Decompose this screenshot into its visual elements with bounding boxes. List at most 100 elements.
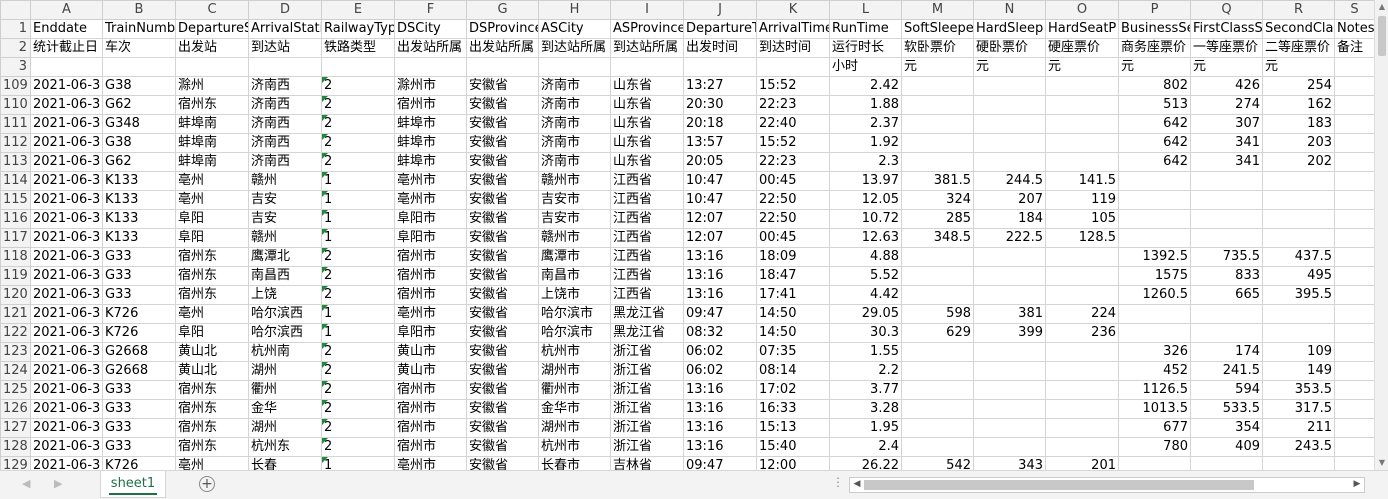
cell[interactable]	[973, 437, 1046, 457]
cell[interactable]: 元	[973, 57, 1046, 77]
cell[interactable]: 14:50	[756, 323, 830, 343]
column-header[interactable]: O	[1045, 0, 1119, 20]
cell[interactable]: 安徽省	[466, 95, 539, 115]
cell[interactable]: 2021-06-3	[30, 190, 103, 210]
cell[interactable]: 安徽省	[466, 285, 539, 305]
cell[interactable]: G62	[102, 95, 176, 115]
cell[interactable]: 20:05	[683, 152, 757, 172]
cell[interactable]	[901, 114, 974, 134]
cell[interactable]: 浙江省	[610, 380, 684, 400]
cell[interactable]	[175, 57, 249, 77]
cell[interactable]: 蚌埠南	[175, 133, 249, 153]
cell[interactable]: 赣州市	[538, 171, 611, 191]
cell[interactable]: 山东省	[610, 76, 684, 96]
cell[interactable]: 224	[1045, 304, 1119, 324]
cell[interactable]	[901, 380, 974, 400]
cell[interactable]: 亳州市	[394, 304, 467, 324]
cell[interactable]: 安徽省	[466, 418, 539, 438]
cell[interactable]	[1334, 266, 1374, 286]
cell[interactable]: 宿州市	[394, 247, 467, 267]
column-header[interactable]: M	[901, 0, 974, 20]
cell[interactable]: G33	[102, 418, 176, 438]
row-header[interactable]: 3	[0, 57, 31, 77]
cell[interactable]: K726	[102, 304, 176, 324]
cell[interactable]: 12:00	[756, 456, 830, 470]
cell[interactable]: 13.97	[829, 171, 902, 191]
cell[interactable]: 22:23	[756, 152, 830, 172]
cell[interactable]: 吉安	[248, 209, 322, 229]
cell[interactable]: 阜阳市	[394, 228, 467, 248]
cell[interactable]: 642	[1118, 114, 1191, 134]
cell[interactable]: G38	[102, 133, 176, 153]
cell[interactable]: 铁路类型	[321, 38, 395, 58]
cell[interactable]: 安徽省	[466, 76, 539, 96]
cell[interactable]: 1260.5	[1118, 285, 1191, 305]
cell[interactable]	[1334, 209, 1374, 229]
cell[interactable]	[1045, 114, 1119, 134]
cell[interactable]: 26.22	[829, 456, 902, 470]
cell[interactable]: 出发站	[175, 38, 249, 58]
cell[interactable]: 183	[1262, 114, 1335, 134]
cell[interactable]: 江西省	[610, 285, 684, 305]
cell[interactable]: SecondCla	[1262, 19, 1335, 39]
column-header[interactable]: F	[394, 0, 467, 20]
cell[interactable]: Enddate	[30, 19, 103, 39]
cell[interactable]: 黑龙江省	[610, 323, 684, 343]
cell[interactable]: RailwayTyp	[321, 19, 395, 39]
column-header[interactable]: J	[683, 0, 757, 20]
cell[interactable]: 07:35	[756, 342, 830, 362]
cell[interactable]	[1045, 76, 1119, 96]
row-header[interactable]: 129	[0, 456, 31, 470]
scroll-right-icon[interactable]: ▶	[1351, 479, 1363, 489]
row-header[interactable]: 127	[0, 418, 31, 438]
cell[interactable]: 杭州市	[538, 342, 611, 362]
cell[interactable]: 阜阳	[175, 228, 249, 248]
cell[interactable]: 吉安市	[538, 190, 611, 210]
cell[interactable]: 14:50	[756, 304, 830, 324]
cell[interactable]: 642	[1118, 152, 1191, 172]
cell[interactable]: 10.72	[829, 209, 902, 229]
cell[interactable]: 安徽省	[466, 380, 539, 400]
cell[interactable]: 安徽省	[466, 190, 539, 210]
cell[interactable]	[1334, 323, 1374, 343]
cell[interactable]: 宿州市	[394, 437, 467, 457]
cell[interactable]: 15:52	[756, 76, 830, 96]
cell[interactable]: 安徽省	[466, 171, 539, 191]
cell[interactable]	[901, 437, 974, 457]
cell[interactable]: 长春市	[538, 456, 611, 470]
cell[interactable]: 安徽省	[466, 342, 539, 362]
cell[interactable]	[901, 95, 974, 115]
cell[interactable]: 赣州	[248, 228, 322, 248]
cell[interactable]: 赣州市	[538, 228, 611, 248]
cell[interactable]: 硬卧票价	[973, 38, 1046, 58]
cell[interactable]: 南昌市	[538, 266, 611, 286]
cell[interactable]: 201	[1045, 456, 1119, 470]
cell[interactable]: 15:52	[756, 133, 830, 153]
cell[interactable]: G33	[102, 266, 176, 286]
cell[interactable]: 1	[321, 190, 395, 210]
cell[interactable]: 348.5	[901, 228, 974, 248]
row-header[interactable]: 114	[0, 171, 31, 191]
cell[interactable]	[394, 57, 467, 77]
cell[interactable]: 金华	[248, 399, 322, 419]
cell[interactable]: SoftSleepe	[901, 19, 974, 39]
cell[interactable]: 326	[1118, 342, 1191, 362]
cell[interactable]: 蚌埠市	[394, 152, 467, 172]
cell[interactable]	[973, 152, 1046, 172]
cell[interactable]: 2021-06-3	[30, 133, 103, 153]
row-header[interactable]: 122	[0, 323, 31, 343]
cell[interactable]: 亳州	[175, 304, 249, 324]
cell[interactable]: 13:57	[683, 133, 757, 153]
cell[interactable]: 安徽省	[466, 247, 539, 267]
cell[interactable]: 哈尔滨西	[248, 323, 322, 343]
cell[interactable]	[1190, 304, 1263, 324]
cell[interactable]	[466, 57, 539, 77]
cell[interactable]: 22:23	[756, 95, 830, 115]
cell[interactable]	[973, 361, 1046, 381]
cell[interactable]: 宿州东	[175, 437, 249, 457]
cell[interactable]: 江西省	[610, 247, 684, 267]
cell[interactable]: 395.5	[1262, 285, 1335, 305]
cell[interactable]: 亳州市	[394, 171, 467, 191]
cell[interactable]	[1334, 171, 1374, 191]
cell[interactable]: 236	[1045, 323, 1119, 343]
